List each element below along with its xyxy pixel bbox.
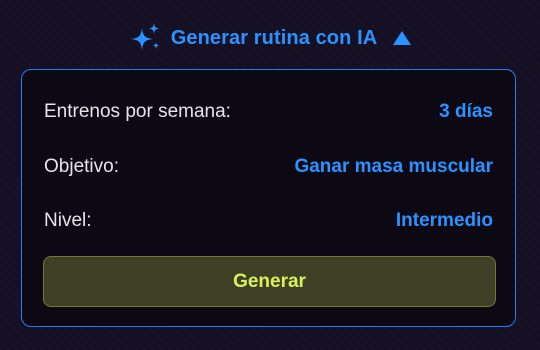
level-label: Nivel: [44,210,92,231]
workouts-per-week-row: Entrenos por semana: 3 días [44,97,493,127]
generate-routine-toggle[interactable]: Generar rutina con IA [0,18,540,58]
generate-button[interactable]: Generar [43,256,496,307]
goal-label: Objetivo: [44,156,119,177]
workouts-per-week-label: Entrenos por semana: [44,101,231,122]
sparkles-icon [129,21,163,55]
goal-value[interactable]: Ganar masa muscular [294,156,493,178]
routine-options-card: Entrenos por semana: 3 días Objetivo: Ga… [21,69,516,327]
level-row: Nivel: Intermedio [44,206,493,236]
triangle-up-icon[interactable] [393,31,412,45]
level-value[interactable]: Intermedio [396,210,493,232]
workouts-per-week-value[interactable]: 3 días [439,101,493,123]
section-title: Generar rutina con IA [170,26,378,49]
goal-row: Objetivo: Ganar masa muscular [44,152,493,182]
